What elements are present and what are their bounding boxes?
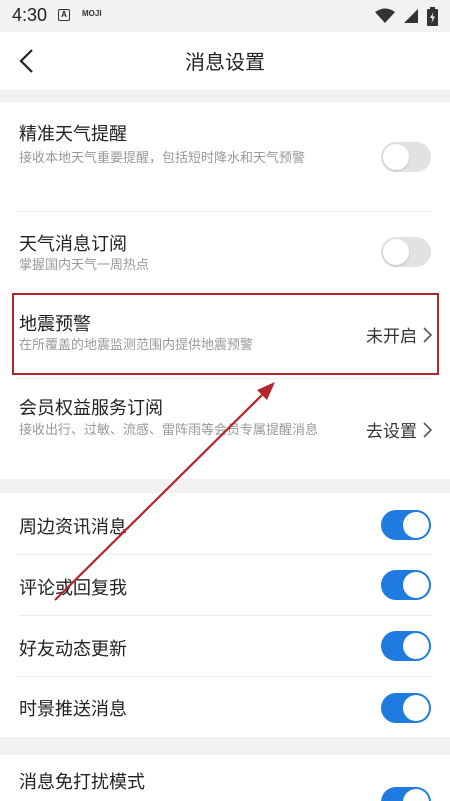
setting-live-push: 时景推送消息 (0, 677, 450, 737)
comment-reply-toggle[interactable] (381, 570, 431, 600)
app-notification-icon: A (58, 9, 70, 21)
toggle-knob (403, 633, 429, 659)
setting-title: 好友动态更新 (19, 639, 127, 660)
page-title: 消息设置 (185, 50, 265, 74)
setting-subtitle: 接收本地天气重要提醒，包括短时降水和天气预警 (19, 151, 306, 166)
setting-dnd-mode: 消息免打扰模式 (0, 755, 450, 801)
dnd-mode-toggle[interactable] (381, 787, 431, 801)
toggle-knob (403, 789, 429, 801)
toggle-knob (403, 572, 429, 598)
setting-member-service[interactable]: 会员权益服务订阅 接收出行、过敏、流感、雷阵雨等会员专属提醒消息 去设置 (0, 379, 450, 479)
setting-title: 周边资讯消息 (19, 517, 127, 538)
toggle-knob (383, 239, 409, 265)
setting-title: 地震预警 (19, 314, 91, 335)
status-bar: 4:30 A MOJI (0, 0, 450, 32)
setting-nearby-news: 周边资讯消息 (0, 493, 450, 554)
nearby-news-toggle[interactable] (381, 510, 431, 540)
toggle-knob (403, 512, 429, 538)
setting-comment-reply: 评论或回复我 (0, 555, 450, 615)
status-indicators (375, 6, 438, 26)
moji-notification-icon: MOJI (82, 9, 102, 18)
earthquake-status: 未开启 (366, 322, 432, 347)
setting-subtitle: 接收出行、过敏、流感、雷阵雨等会员专属提醒消息 (19, 423, 319, 438)
section-gap (0, 479, 450, 493)
member-service-action-label: 去设置 (366, 422, 417, 442)
section-gap (0, 90, 450, 102)
toggle-knob (403, 695, 429, 721)
status-time: 4:30 (12, 5, 48, 25)
chevron-right-icon (423, 421, 432, 438)
setting-precise-weather: 精准天气提醒 接收本地天气重要提醒，包括短时降水和天气预警 (0, 102, 450, 211)
live-push-toggle[interactable] (381, 693, 431, 723)
setting-title: 消息免打扰模式 (19, 772, 145, 793)
friend-updates-toggle[interactable] (381, 631, 431, 661)
setting-subtitle: 在所覆盖的地震监测范围内提供地震预警 (19, 338, 254, 353)
setting-earthquake-alert[interactable]: 地震预警 在所覆盖的地震监测范围内提供地震预警 未开启 (0, 296, 450, 374)
setting-title: 精准天气提醒 (19, 124, 127, 145)
weather-subscription-toggle[interactable] (381, 237, 431, 267)
app-header: 消息设置 (0, 32, 450, 90)
member-service-action: 去设置 (366, 417, 432, 442)
toggle-knob (383, 144, 409, 170)
wifi-icon (375, 8, 395, 23)
setting-title: 天气消息订阅 (19, 234, 127, 255)
setting-friend-updates: 好友动态更新 (0, 616, 450, 676)
chevron-right-icon (423, 326, 432, 343)
setting-title: 评论或回复我 (19, 578, 127, 599)
setting-title: 时景推送消息 (19, 699, 127, 720)
signal-icon (404, 9, 418, 23)
precise-weather-toggle[interactable] (381, 142, 431, 172)
setting-weather-subscription: 天气消息订阅 掌握国内天气一周热点 (0, 212, 450, 292)
earthquake-status-label: 未开启 (366, 327, 417, 347)
section-gap (0, 737, 450, 755)
setting-subtitle: 掌握国内天气一周热点 (19, 258, 150, 273)
setting-title: 会员权益服务订阅 (19, 398, 163, 419)
battery-charging-icon (427, 6, 438, 26)
